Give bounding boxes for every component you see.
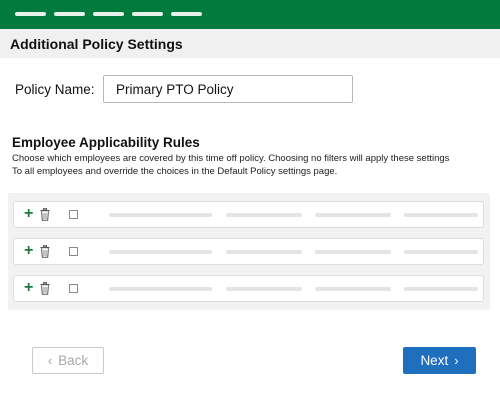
back-button-label: Back (58, 353, 89, 368)
top-nav-bar (0, 0, 500, 29)
chevron-right-icon: › (454, 353, 459, 368)
back-button[interactable]: ‹ Back (32, 347, 104, 374)
rules-panel: + + + (8, 193, 490, 310)
rule-field-placeholder[interactable] (404, 213, 478, 217)
rule-field-placeholder[interactable] (315, 250, 391, 254)
plus-icon[interactable]: + (24, 206, 33, 222)
nav-placeholder[interactable] (54, 12, 85, 16)
rule-checkbox[interactable] (69, 247, 78, 256)
rule-field-placeholder[interactable] (226, 250, 302, 254)
rules-description-line: Choose which employees are covered by th… (12, 153, 450, 164)
section-header: Additional Policy Settings (0, 29, 500, 58)
rule-field-placeholder[interactable] (109, 287, 212, 291)
nav-placeholder[interactable] (132, 12, 163, 16)
rule-field-placeholder[interactable] (404, 287, 478, 291)
rule-checkbox[interactable] (69, 284, 78, 293)
rule-field-placeholder[interactable] (404, 250, 478, 254)
plus-icon[interactable]: + (24, 280, 33, 296)
nav-placeholder[interactable] (171, 12, 202, 16)
rule-field-placeholder[interactable] (226, 287, 302, 291)
rule-checkbox[interactable] (69, 210, 78, 219)
rule-field-placeholder[interactable] (315, 213, 391, 217)
rules-description: Choose which employees are covered by th… (12, 153, 497, 178)
chevron-left-icon: ‹ (47, 353, 53, 368)
policy-name-label: Policy Name: (15, 82, 95, 97)
section-title: Additional Policy Settings (10, 36, 183, 52)
nav-placeholder[interactable] (15, 12, 46, 16)
rule-field-placeholder[interactable] (226, 213, 302, 217)
rule-field-placeholder[interactable] (109, 213, 212, 217)
next-button-label: Next (420, 353, 449, 368)
trash-icon[interactable] (40, 208, 50, 221)
plus-icon[interactable]: + (24, 243, 33, 259)
policy-name-input[interactable] (103, 75, 353, 103)
rule-row: + (13, 238, 484, 265)
next-button[interactable]: Next › (403, 347, 476, 374)
trash-icon[interactable] (40, 282, 50, 295)
rule-row: + (13, 201, 484, 228)
rules-title: Employee Applicability Rules (12, 135, 200, 150)
rule-field-placeholder[interactable] (109, 250, 212, 254)
nav-placeholder[interactable] (93, 12, 124, 16)
rules-description-line: To all employees and override the choice… (12, 165, 338, 177)
trash-icon[interactable] (40, 245, 50, 258)
rule-field-placeholder[interactable] (315, 287, 391, 291)
rule-row: + (13, 275, 484, 302)
